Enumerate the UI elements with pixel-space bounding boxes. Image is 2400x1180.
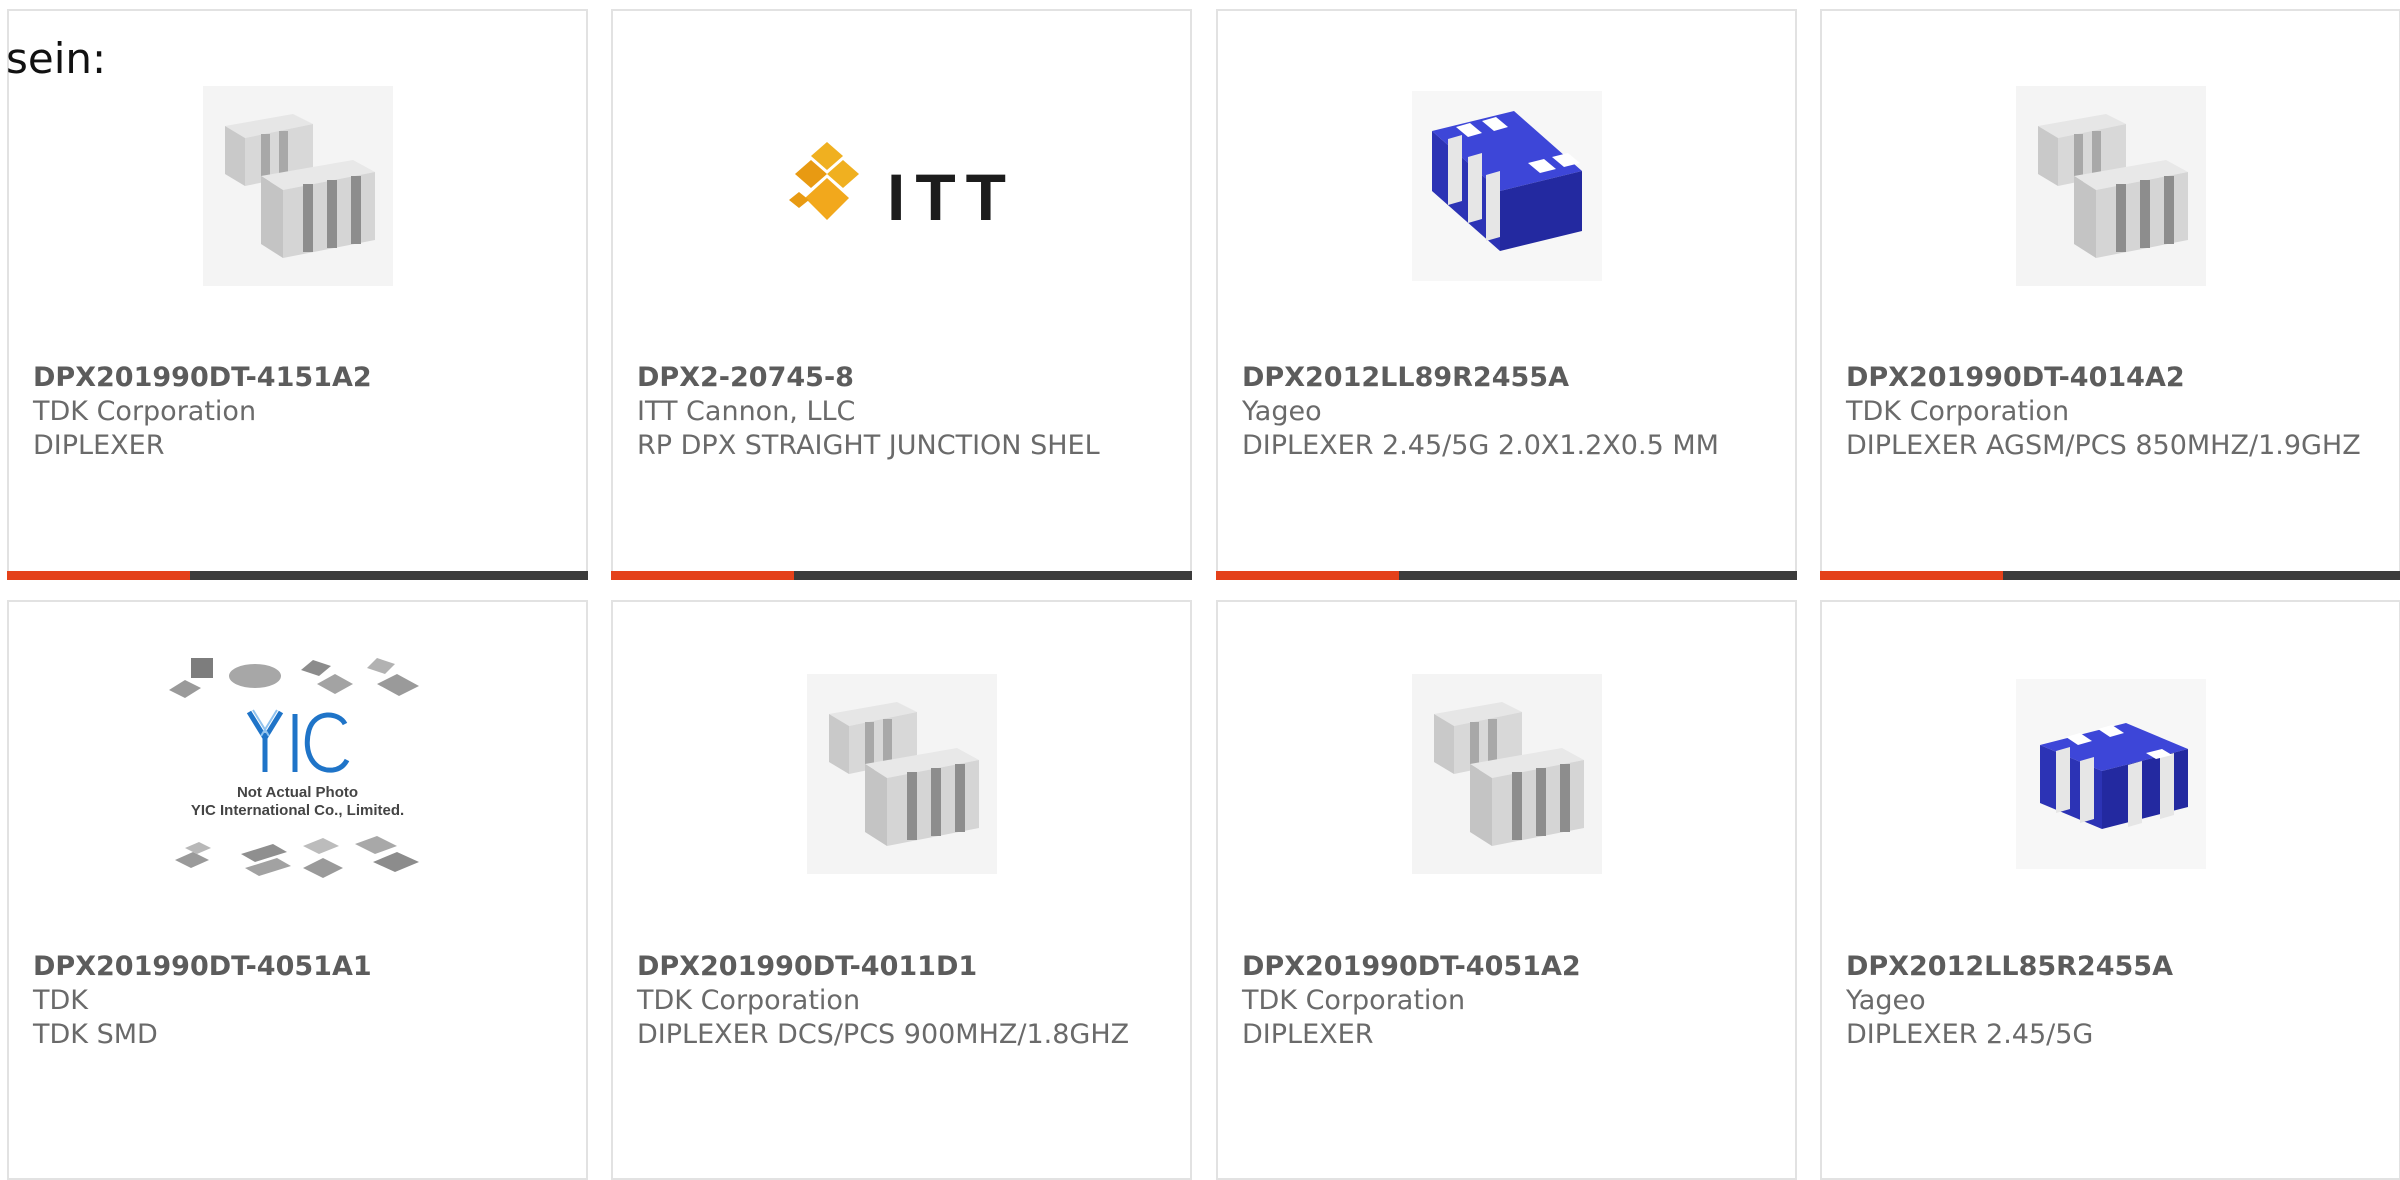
- description: RP DPX STRAIGHT JUNCTION SHEL: [637, 430, 1100, 461]
- manufacturer: Yageo: [1846, 985, 1926, 1016]
- tdk-chip-pair-image: [2015, 86, 2206, 286]
- yic-logo-icon: [246, 709, 349, 773]
- card-bottom-bar: [611, 571, 1192, 580]
- product-card[interactable]: DPX2012LL89R2455A Yageo DIPLEXER 2.45/5G…: [1216, 9, 1797, 580]
- product-card[interactable]: DPX201990DT-4151A2 TDK Corporation DIPLE…: [7, 9, 588, 580]
- description: DIPLEXER 2.45/5G: [1846, 1019, 2094, 1050]
- manufacturer: TDK Corporation: [1242, 985, 1466, 1016]
- yic-placeholder: Not Actual Photo YIC International Co., …: [163, 654, 433, 894]
- product-card[interactable]: DPX201990DT-4014A2 TDK Corporation DIPLE…: [1820, 9, 2400, 580]
- product-image[interactable]: [1822, 674, 2399, 874]
- part-number[interactable]: DPX201990DT-4051A1: [33, 950, 566, 984]
- card-bottom-bar: [7, 571, 588, 580]
- product-card[interactable]: ITT DPX2-20745-8 ITT Cannon, LLC RP DPX …: [611, 9, 1192, 580]
- placeholder-line-2: YIC International Co., Limited.: [190, 802, 405, 819]
- description: TDK SMD: [33, 1019, 158, 1050]
- part-number[interactable]: DPX2-20745-8: [637, 361, 1170, 395]
- product-image[interactable]: [1218, 81, 1795, 291]
- placeholder-line-1: Not Actual Photo: [236, 784, 359, 801]
- itt-logo: ITT: [787, 136, 1016, 236]
- product-image[interactable]: Not Actual Photo YIC International Co., …: [9, 658, 586, 878]
- tdk-chip-pair-image: [806, 674, 997, 874]
- manufacturer: TDK Corporation: [637, 985, 861, 1016]
- description: DIPLEXER: [33, 430, 165, 461]
- manufacturer: TDK Corporation: [33, 396, 257, 427]
- part-number[interactable]: DPX201990DT-4011D1: [637, 950, 1170, 984]
- manufacturer: TDK Corporation: [1846, 396, 2070, 427]
- manufacturer: TDK: [33, 985, 88, 1016]
- card-bottom-bar: [1820, 571, 2400, 580]
- card-bottom-bar: [1216, 571, 1797, 580]
- description: DIPLEXER 2.45/5G 2.0X1.2X0.5 MM: [1242, 430, 1719, 461]
- card-accent: [7, 571, 190, 580]
- description: DIPLEXER: [1242, 1019, 1374, 1050]
- product-image[interactable]: [1218, 674, 1795, 874]
- card-accent: [611, 571, 794, 580]
- card-accent: [1820, 571, 2003, 580]
- product-image[interactable]: [9, 81, 586, 291]
- product-image[interactable]: ITT: [613, 81, 1190, 291]
- manufacturer: ITT Cannon, LLC: [637, 396, 856, 427]
- product-card[interactable]: DPX2012LL85R2455A Yageo DIPLEXER 2.45/5G: [1820, 600, 2400, 1180]
- product-image[interactable]: [613, 674, 1190, 874]
- part-number[interactable]: DPX2012LL85R2455A: [1846, 950, 2379, 984]
- tdk-chip-pair-image: [202, 86, 393, 286]
- manufacturer: Yageo: [1242, 396, 1322, 427]
- product-card[interactable]: Not Actual Photo YIC International Co., …: [7, 600, 588, 1180]
- part-number[interactable]: DPX201990DT-4014A2: [1846, 361, 2379, 395]
- tdk-chip-pair-image: [1411, 674, 1602, 874]
- intro-text: sein:: [6, 34, 107, 83]
- part-number[interactable]: DPX2012LL89R2455A: [1242, 361, 1775, 395]
- part-number[interactable]: DPX201990DT-4051A2: [1242, 950, 1775, 984]
- itt-logo-mark-icon: [789, 142, 860, 220]
- product-card[interactable]: DPX201990DT-4051A2 TDK Corporation DIPLE…: [1216, 600, 1797, 1180]
- itt-logo-text: ITT: [887, 160, 1016, 234]
- product-image[interactable]: [1822, 81, 2399, 291]
- part-number[interactable]: DPX201990DT-4151A2: [33, 361, 566, 395]
- blue-chip-image: [1411, 91, 1602, 281]
- blue-chip-image: [2015, 679, 2206, 869]
- description: DIPLEXER AGSM/PCS 850MHZ/1.9GHZ: [1846, 430, 2361, 461]
- placeholder-caption: Not Actual Photo YIC International Co., …: [163, 784, 433, 820]
- description: DIPLEXER DCS/PCS 900MHZ/1.8GHZ: [637, 1019, 1130, 1050]
- card-accent: [1216, 571, 1399, 580]
- product-card[interactable]: DPX201990DT-4011D1 TDK Corporation DIPLE…: [611, 600, 1192, 1180]
